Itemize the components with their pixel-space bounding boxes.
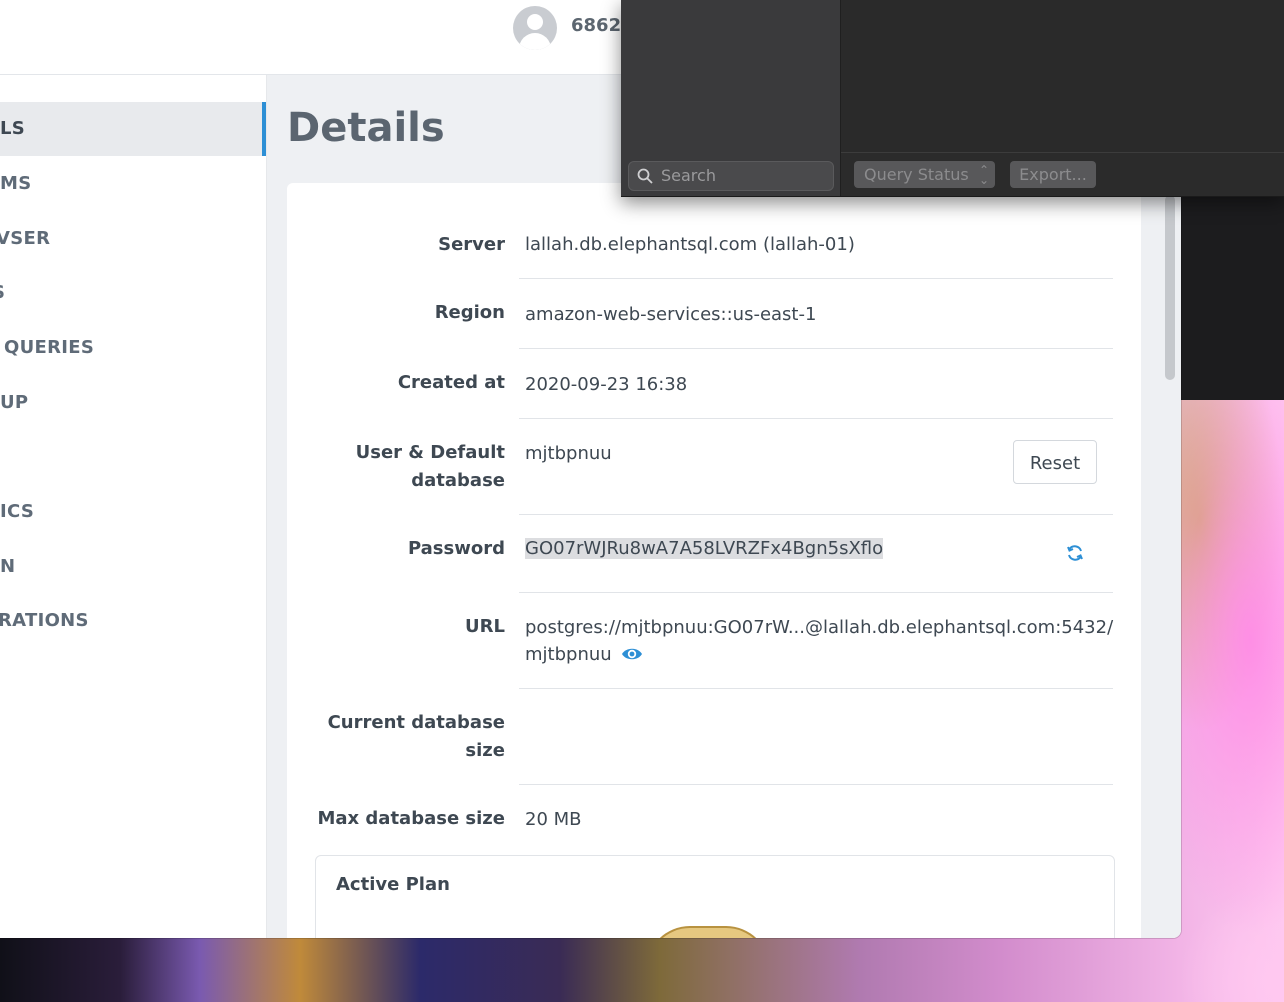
password-label: Password — [407, 538, 505, 559]
divider — [519, 418, 1113, 419]
divider — [519, 784, 1113, 785]
sidebar-item-details[interactable]: LS — [0, 102, 266, 156]
sidebar-item-alarms[interactable]: MS — [0, 157, 266, 211]
url-value-line2-wrap: mjtbpnuu — [525, 641, 643, 669]
url-label: URL — [465, 616, 505, 637]
current-size-label-line1: Current database — [327, 712, 505, 733]
sidebar-item-label: N — [0, 556, 16, 577]
url-value-line2: mjtbpnuu — [525, 644, 612, 665]
sidebar-item-label: S — [0, 266, 5, 320]
sidebar-item-label: VSER — [0, 228, 51, 249]
details-card: Server lallah.db.elephantsql.com (lallah… — [287, 183, 1141, 938]
sidebar-item-label: RATIONS — [0, 610, 89, 631]
sidebar: LS MS VSER S QUERIES UP ICS N RATIONS — [0, 75, 267, 938]
search-icon — [637, 168, 653, 184]
export-button[interactable]: Export... — [1010, 161, 1096, 188]
chevron-updown-icon: ⌃ ⌄ — [978, 163, 989, 187]
search-input[interactable]: Search — [628, 161, 834, 191]
created-at-label: Created at — [397, 372, 505, 393]
overlay-main-pane — [841, 0, 1284, 153]
current-size-label-line2: size — [465, 740, 505, 761]
url-value-line1: postgres://mjtbpnuu:GO07rW...@lallah.db.… — [525, 617, 1114, 638]
server-value: lallah.db.elephantsql.com (lallah-01) — [525, 234, 855, 255]
avatar-head-icon — [527, 14, 543, 30]
overlay-sidebar: Search — [621, 0, 841, 196]
divider — [519, 688, 1113, 689]
divider — [519, 278, 1113, 279]
divider — [519, 592, 1113, 593]
max-size-label: Max database size — [317, 808, 505, 829]
sidebar-item-browser[interactable]: VSER — [0, 212, 266, 266]
sidebar-item-queries[interactable]: QUERIES — [0, 321, 266, 375]
user-label-line2: database — [411, 470, 505, 491]
reset-button[interactable]: Reset — [1013, 440, 1097, 484]
sidebar-item-label: QUERIES — [4, 337, 95, 358]
sidebar-item-plan[interactable]: N — [0, 540, 266, 594]
avatar-body-icon — [519, 33, 551, 50]
created-at-value: 2020-09-23 16:38 — [525, 374, 688, 395]
eye-icon[interactable] — [621, 646, 643, 662]
query-status-label: Query Status — [864, 165, 969, 184]
sidebar-item-label: ICS — [0, 501, 35, 522]
search-placeholder: Search — [661, 166, 716, 185]
divider — [519, 348, 1113, 349]
max-size-value: 20 MB — [525, 809, 582, 830]
sidebar-item-stats[interactable]: S — [0, 266, 266, 320]
sidebar-item-label: LS — [0, 118, 26, 139]
sidebar-item-label: MS — [0, 173, 32, 194]
scrollbar[interactable] — [1165, 195, 1175, 380]
user-label-line1: User & Default — [355, 442, 505, 463]
password-value[interactable]: GO07rWJRu8wA7A58LVRZFx4Bgn5sXflo — [525, 538, 884, 559]
sidebar-item-integrations[interactable]: RATIONS — [0, 594, 266, 648]
sidebar-item-backup[interactable]: UP — [0, 376, 266, 430]
sidebar-item-blank[interactable] — [0, 430, 266, 484]
main-content: Details Server lallah.db.elephantsql.com… — [267, 75, 1181, 938]
sidebar-item-metrics[interactable]: ICS — [0, 485, 266, 539]
region-value: amazon-web-services::us-east-1 — [525, 304, 817, 325]
active-plan-title: Active Plan — [336, 874, 450, 895]
user-value: mjtbpnuu — [525, 443, 612, 464]
region-label: Region — [434, 302, 505, 323]
query-status-select[interactable]: Query Status ⌃ ⌄ — [854, 161, 995, 188]
divider — [519, 514, 1113, 515]
server-label: Server — [438, 234, 505, 255]
sidebar-item-label: UP — [0, 392, 29, 413]
refresh-icon[interactable] — [1065, 543, 1085, 563]
page-title: Details — [287, 105, 445, 151]
avatar[interactable] — [513, 6, 557, 50]
activity-monitor-window: Search Query Status ⌃ ⌄ Export... — [621, 0, 1284, 197]
active-plan-panel: Active Plan — [315, 855, 1115, 938]
plan-illustration-icon — [646, 926, 770, 938]
